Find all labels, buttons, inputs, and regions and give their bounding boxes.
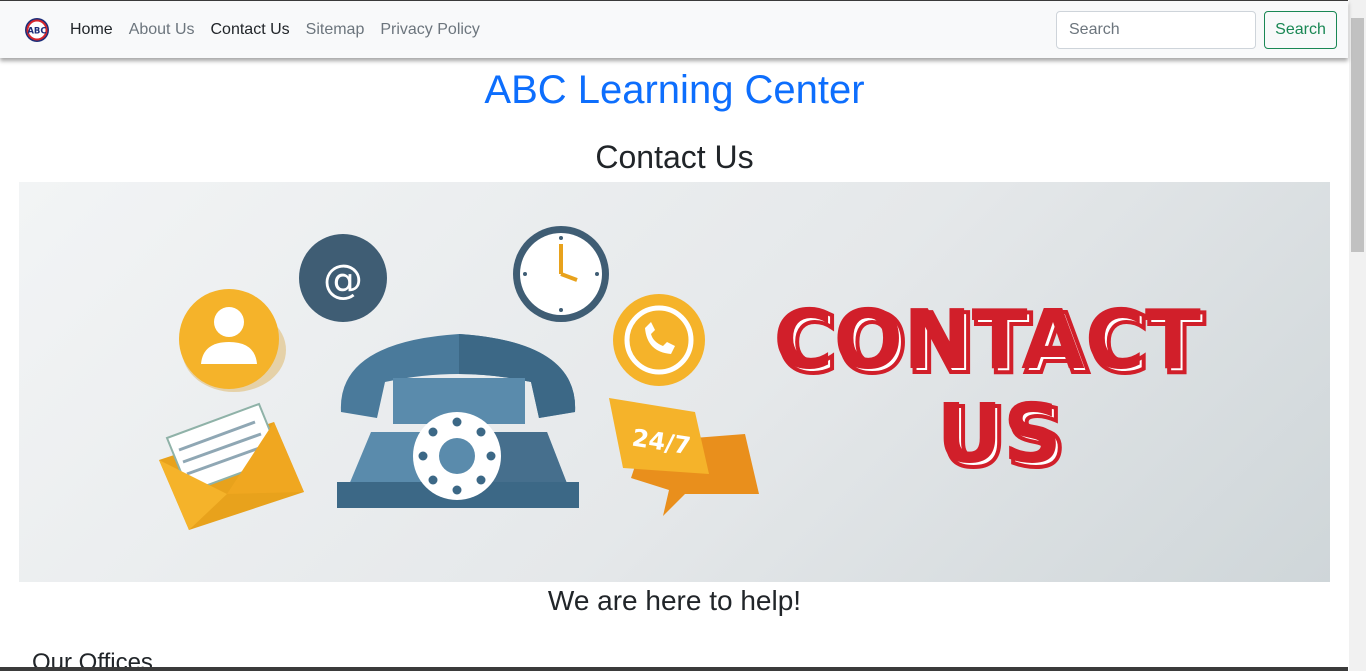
abc-logo-icon[interactable]: ABC [24, 17, 50, 43]
nav-links: Home About Us Contact Us Sitemap Privacy… [70, 20, 480, 40]
nav-link-home[interactable]: Home [70, 20, 113, 40]
contact-headline-text: CONTACT [773, 293, 1201, 388]
nav-link-contact-us[interactable]: Contact Us [211, 20, 290, 40]
person-icon [179, 289, 286, 392]
at-symbol-text: @ [323, 257, 363, 303]
nav-link-privacy-policy[interactable]: Privacy Policy [380, 20, 480, 40]
telephone-icon [337, 334, 579, 508]
nav-link-sitemap[interactable]: Sitemap [306, 20, 365, 40]
vertical-scrollbar[interactable] [1349, 0, 1366, 671]
chat-bubble-24-7-icon: 24/7 [609, 398, 759, 516]
phone-call-icon [613, 294, 705, 386]
envelope-icon [159, 402, 304, 530]
email-at-icon: @ [299, 234, 387, 322]
clock-icon [513, 226, 609, 322]
contact-us-hero-image: @ 24/7 CONTACT CONTACT US US [19, 182, 1330, 582]
window-bottom-edge [0, 667, 1348, 671]
help-heading: We are here to help! [547, 585, 802, 616]
navbar: ABC Home About Us Contact Us Sitemap Pri… [0, 0, 1348, 58]
site-title: ABC Learning Center [484, 68, 865, 112]
scrollbar-thumb[interactable] [1351, 18, 1364, 252]
search-input[interactable] [1056, 11, 1256, 49]
page-heading: Contact Us [595, 139, 754, 175]
search-button[interactable]: Search [1264, 11, 1337, 49]
us-headline-text: US [936, 387, 1062, 482]
contact-us-headline: CONTACT CONTACT US US [773, 293, 1207, 488]
brand-text: ABC [27, 27, 46, 37]
nav-link-about-us[interactable]: About Us [129, 20, 195, 40]
